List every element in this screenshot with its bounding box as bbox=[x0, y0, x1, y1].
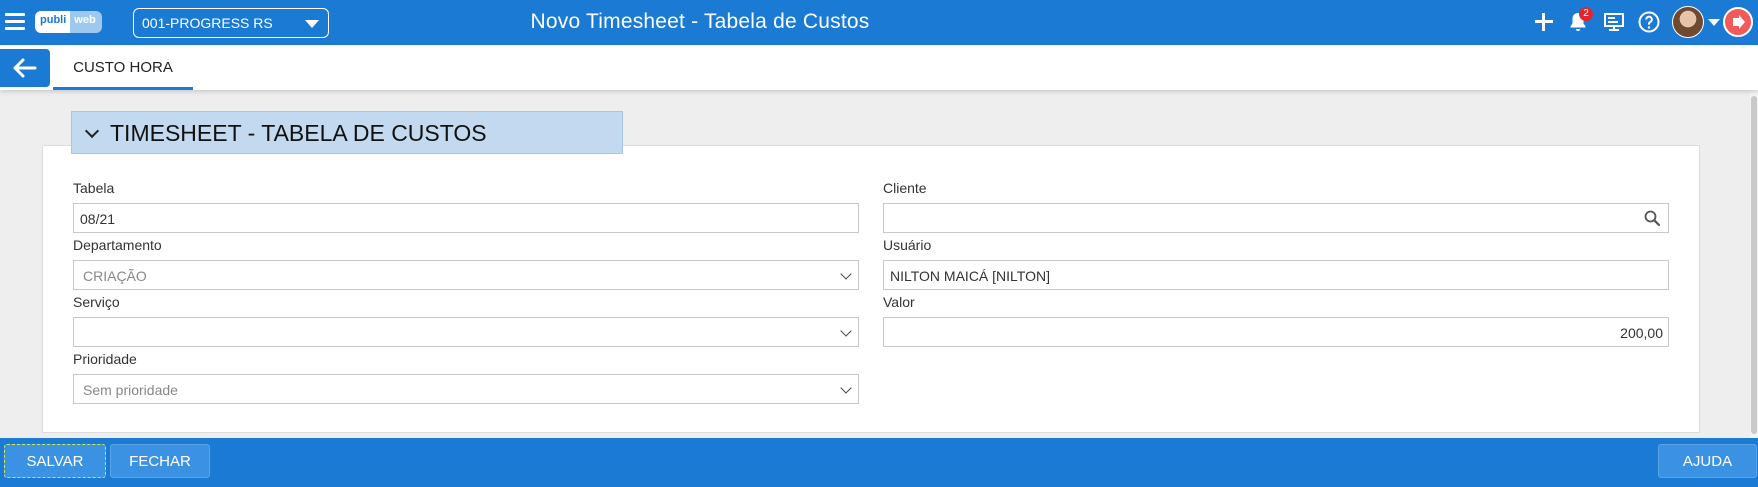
servico-select[interactable] bbox=[73, 317, 859, 347]
help-button[interactable]: AJUDA bbox=[1658, 444, 1757, 478]
logout-icon[interactable] bbox=[1723, 7, 1753, 37]
search-icon[interactable] bbox=[1644, 210, 1661, 227]
valor-value: 200,00 bbox=[1620, 325, 1663, 341]
chevron-down-icon bbox=[840, 325, 852, 337]
departamento-value: CRIAÇÃO bbox=[83, 268, 147, 284]
help-icon[interactable] bbox=[1637, 10, 1661, 34]
top-bar: publi web 001-PROGRESS RS Novo Timesheet… bbox=[0, 0, 1758, 45]
tab-bar: CUSTO HORA bbox=[0, 45, 1758, 90]
scrollbar-thumb[interactable] bbox=[1751, 96, 1757, 434]
usuario-label: Usuário bbox=[883, 237, 932, 253]
user-avatar[interactable] bbox=[1672, 6, 1704, 38]
section-title: TIMESHEET - TABELA DE CUSTOS bbox=[110, 120, 487, 146]
close-button[interactable]: FECHAR bbox=[110, 444, 210, 478]
valor-field[interactable]: 200,00 bbox=[883, 317, 1669, 347]
vertical-scrollbar[interactable] bbox=[1750, 90, 1758, 438]
cliente-field[interactable] bbox=[883, 203, 1669, 233]
usuario-field[interactable]: NILTON MAICÁ [NILTON] bbox=[883, 260, 1669, 290]
section-header[interactable]: TIMESHEET - TABELA DE CUSTOS bbox=[71, 111, 623, 154]
tabela-value: 08/21 bbox=[80, 211, 116, 227]
usuario-value: NILTON MAICÁ [NILTON] bbox=[890, 268, 1050, 284]
tabela-field[interactable]: 08/21 bbox=[73, 203, 859, 233]
departamento-select[interactable]: CRIAÇÃO bbox=[73, 260, 859, 290]
save-button[interactable]: SALVAR bbox=[4, 444, 106, 478]
presentation-icon[interactable] bbox=[1602, 10, 1626, 34]
prioridade-label: Prioridade bbox=[73, 351, 137, 367]
prioridade-value: Sem prioridade bbox=[83, 382, 178, 398]
notification-badge: 2 bbox=[1579, 7, 1593, 21]
page-title: Novo Timesheet - Tabela de Custos bbox=[530, 10, 870, 33]
chevron-down-icon bbox=[84, 123, 100, 139]
tabela-label: Tabela bbox=[73, 180, 115, 196]
cliente-label: Cliente bbox=[883, 180, 927, 196]
tab-custo-hora[interactable]: CUSTO HORA bbox=[53, 45, 193, 90]
user-menu-caret-icon[interactable] bbox=[1708, 19, 1720, 26]
back-button[interactable] bbox=[0, 49, 50, 87]
prioridade-select[interactable]: Sem prioridade bbox=[73, 374, 859, 404]
bottom-bar: SALVAR FECHAR AJUDA bbox=[0, 438, 1758, 487]
bell-icon[interactable]: 2 bbox=[1566, 7, 1593, 34]
chevron-down-icon bbox=[840, 268, 852, 280]
plus-icon[interactable] bbox=[1532, 10, 1556, 34]
departamento-label: Departamento bbox=[73, 237, 162, 253]
servico-label: Serviço bbox=[73, 294, 120, 310]
chevron-down-icon bbox=[840, 382, 852, 394]
valor-label: Valor bbox=[883, 294, 915, 310]
